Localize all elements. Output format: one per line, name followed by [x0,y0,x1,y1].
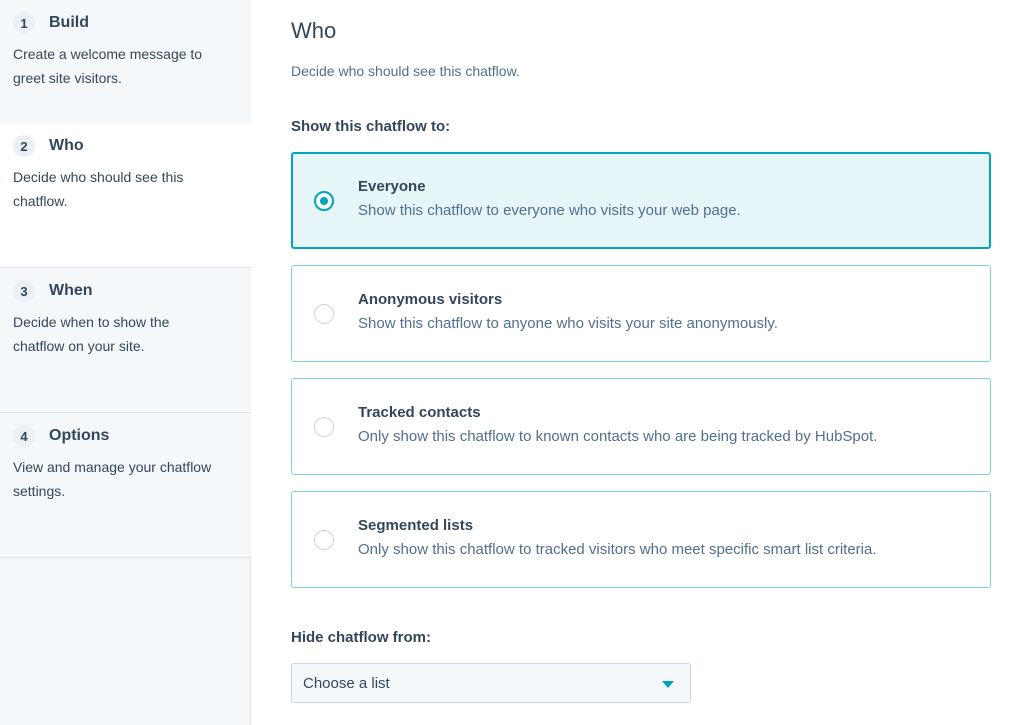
option-title: Segmented lists [358,517,474,534]
step-description: Create a welcome message to greet site v… [13,46,203,86]
step-number: 3 [13,280,35,302]
step-options[interactable]: 4 Options View and manage your chatflow … [0,413,251,558]
step-description: View and manage your chatflow settings. [13,459,212,499]
option-description: Show this chatflow to everyone who visit… [358,202,741,219]
option-title: Anonymous visitors [358,291,503,308]
radio-selected-dot [320,197,328,205]
step-who[interactable]: 2 Who Decide who should see this chatflo… [0,123,252,268]
step-title: When [49,282,93,299]
step-header: 4 Options [13,425,238,447]
hide-list-dropdown[interactable]: Choose a list [291,663,691,703]
step-title: Build [49,14,89,31]
step-number: 1 [13,12,35,34]
step-header: 1 Build [13,12,238,34]
option-description: Show this chatflow to anyone who visits … [358,315,778,332]
audience-option-anonymous-visitors[interactable]: Anonymous visitors Show this chatflow to… [291,265,991,362]
audience-option-segmented-lists[interactable]: Segmented lists Only show this chatflow … [291,491,991,588]
option-description: Only show this chatflow to known contact… [358,428,878,445]
option-description: Only show this chatflow to tracked visit… [358,541,877,558]
step-title: Options [49,427,110,444]
caret-down-icon [662,681,674,688]
step-title: Who [49,137,84,154]
radio-button[interactable] [314,304,334,324]
audience-option-everyone[interactable]: Everyone Show this chatflow to everyone … [291,152,991,249]
radio-button[interactable] [314,191,334,211]
page-title: Who [291,18,337,43]
step-header: 3 When [13,280,238,302]
audience-option-tracked-contacts[interactable]: Tracked contacts Only show this chatflow… [291,378,991,475]
page-subtitle: Decide who should see this chatflow. [291,63,520,79]
dropdown-value: Choose a list [303,675,390,692]
wizard-sidebar: 1 Build Create a welcome message to gree… [0,0,252,725]
step-header: 2 Who [13,135,239,157]
radio-button[interactable] [314,417,334,437]
hide-from-label: Hide chatflow from: [291,629,432,646]
step-when[interactable]: 3 When Decide when to show the chatflow … [0,268,251,413]
radio-button[interactable] [314,530,334,550]
step-number: 4 [13,425,35,447]
step-number: 2 [13,135,35,157]
step-description: Decide when to show the chatflow on your… [13,314,170,354]
show-to-label: Show this chatflow to: [291,118,451,135]
step-description: Decide who should see this chatflow. [13,169,184,209]
option-title: Tracked contacts [358,404,481,421]
option-title: Everyone [358,178,426,195]
